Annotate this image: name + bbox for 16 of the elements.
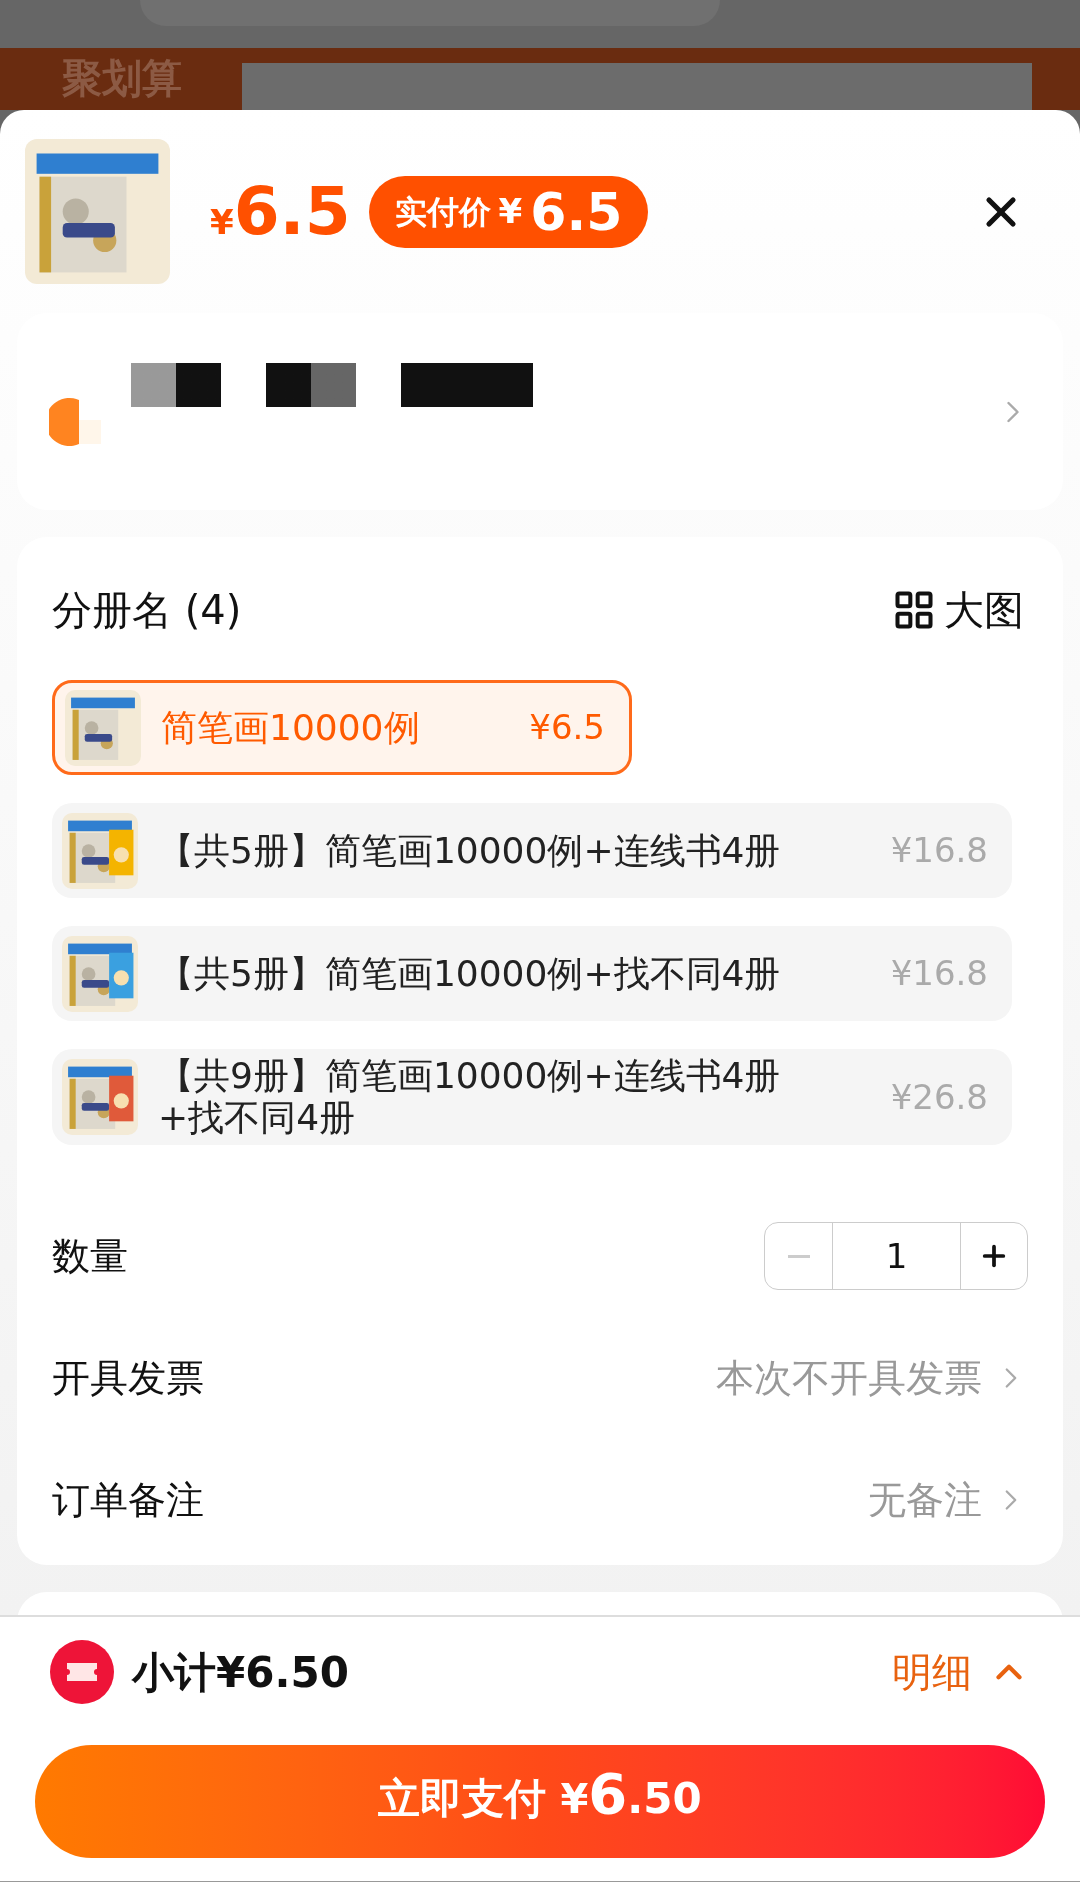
large-view-toggle[interactable]: 大图 <box>892 580 1024 640</box>
quantity-label: 数量 <box>52 1232 128 1280</box>
minus-icon <box>787 1254 810 1258</box>
grid-icon <box>892 588 936 632</box>
variant-option[interactable]: 【共5册】简笔画10000例+连线书4册 ¥16.8 <box>52 803 1012 898</box>
price-badge: 实付价 ¥6.5 <box>368 175 649 248</box>
variant-option[interactable]: 【共5册】简笔画10000例+找不同4册 ¥16.8 <box>52 926 1012 1021</box>
variant-option[interactable]: 【共9册】简笔画10000例+连线书4册+找不同4册 ¥26.8 <box>52 1049 1012 1145</box>
ticket-icon <box>50 1640 114 1704</box>
order-note-label: 订单备注 <box>52 1476 204 1524</box>
location-icon <box>49 395 101 448</box>
pay-button[interactable]: 立即支付 ¥6.50 <box>35 1745 1045 1858</box>
subtotal: 小计¥6.50 <box>132 1646 349 1699</box>
invoice-label: 开具发票 <box>52 1354 204 1402</box>
section-title: 分册名 (4) <box>52 586 242 635</box>
price: ¥6.5 <box>210 172 351 252</box>
